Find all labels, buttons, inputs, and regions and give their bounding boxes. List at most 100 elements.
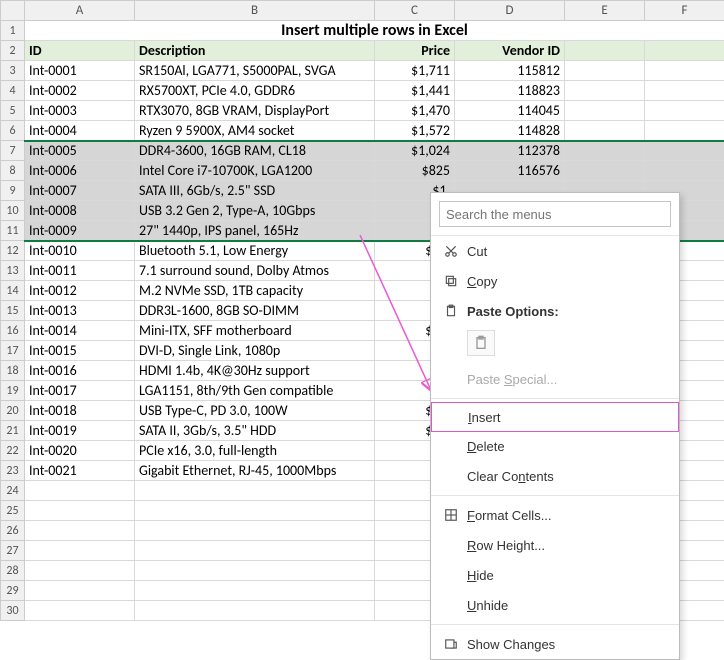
cell-id[interactable]: Int-0010 xyxy=(25,241,135,261)
col-F[interactable]: F xyxy=(645,1,724,21)
row-header-8[interactable]: 8 xyxy=(1,161,25,181)
menu-copy[interactable]: Copy xyxy=(431,266,679,296)
menu-search-input[interactable] xyxy=(439,201,671,227)
row-header-16[interactable]: 16 xyxy=(1,321,25,341)
cell-id[interactable]: Int-0016 xyxy=(25,361,135,381)
cell-description[interactable]: Bluetooth 5.1, Low Energy xyxy=(135,241,375,261)
col-C[interactable]: C xyxy=(375,1,455,21)
menu-clear-contents[interactable]: Clear Contents xyxy=(431,461,679,491)
paste-default-button[interactable] xyxy=(467,330,495,356)
row-header-10[interactable]: 10 xyxy=(1,201,25,221)
row-header-21[interactable]: 21 xyxy=(1,421,25,441)
cell-vendor[interactable]: 116576 xyxy=(455,161,565,181)
menu-insert[interactable]: Insert xyxy=(431,402,679,432)
cell-description[interactable]: SATA II, 3Gb/s, 3.5" HDD xyxy=(135,421,375,441)
row-header-28[interactable]: 28 xyxy=(1,561,25,581)
row-header-6[interactable]: 6 xyxy=(1,121,25,141)
cell-id[interactable]: Int-0013 xyxy=(25,301,135,321)
cell-description[interactable]: 27" 1440p, IPS panel, 165Hz xyxy=(135,221,375,241)
cell-id[interactable]: Int-0002 xyxy=(25,81,135,101)
cell-description[interactable]: SATA III, 6Gb/s, 2.5" SSD xyxy=(135,181,375,201)
row-header-22[interactable]: 22 xyxy=(1,441,25,461)
row-header-9[interactable]: 9 xyxy=(1,181,25,201)
cell-id[interactable]: Int-0008 xyxy=(25,201,135,221)
menu-hide[interactable]: Hide xyxy=(431,560,679,590)
row-header-17[interactable]: 17 xyxy=(1,341,25,361)
menu-show-changes[interactable]: Show Changes xyxy=(431,629,679,659)
row-header-1[interactable]: 1 xyxy=(1,21,25,41)
row-header-23[interactable]: 23 xyxy=(1,461,25,481)
cell-id[interactable]: Int-0018 xyxy=(25,401,135,421)
row-header-11[interactable]: 11 xyxy=(1,221,25,241)
cell-id[interactable]: Int-0012 xyxy=(25,281,135,301)
cell-vendor[interactable]: 114045 xyxy=(455,101,565,121)
row-header-15[interactable]: 15 xyxy=(1,301,25,321)
row-header-14[interactable]: 14 xyxy=(1,281,25,301)
cell-id[interactable]: Int-0015 xyxy=(25,341,135,361)
row-header-30[interactable]: 30 xyxy=(1,601,25,621)
cell-description[interactable]: M.2 NVMe SSD, 1TB capacity xyxy=(135,281,375,301)
row-header-12[interactable]: 12 xyxy=(1,241,25,261)
cell-price[interactable]: $825 xyxy=(375,161,455,181)
row-header-29[interactable]: 29 xyxy=(1,581,25,601)
cell-price[interactable]: $1,470 xyxy=(375,101,455,121)
row-header-5[interactable]: 5 xyxy=(1,101,25,121)
cell-description[interactable]: Gigabit Ethernet, RJ-45, 1000Mbps xyxy=(135,461,375,481)
cell-id[interactable]: Int-0011 xyxy=(25,261,135,281)
cell-id[interactable]: Int-0003 xyxy=(25,101,135,121)
row-header-19[interactable]: 19 xyxy=(1,381,25,401)
menu-row-height[interactable]: Row Height... xyxy=(431,530,679,560)
cell-price[interactable]: $1,572 xyxy=(375,121,455,141)
cell-id[interactable]: Int-0007 xyxy=(25,181,135,201)
col-A[interactable]: A xyxy=(25,1,135,21)
cell-vendor[interactable]: 114828 xyxy=(455,121,565,141)
row-header-25[interactable]: 25 xyxy=(1,501,25,521)
cell-id[interactable]: Int-0021 xyxy=(25,461,135,481)
cell-description[interactable]: PCIe x16, 3.0, full-length xyxy=(135,441,375,461)
row-header-4[interactable]: 4 xyxy=(1,81,25,101)
cell-id[interactable]: Int-0001 xyxy=(25,61,135,81)
cell-description[interactable]: DVI-D, Single Link, 1080p xyxy=(135,341,375,361)
row-header-2[interactable]: 2 xyxy=(1,41,25,61)
cell-id[interactable]: Int-0005 xyxy=(25,141,135,161)
cell-id[interactable]: Int-0019 xyxy=(25,421,135,441)
cell-id[interactable]: Int-0017 xyxy=(25,381,135,401)
row-header-26[interactable]: 26 xyxy=(1,521,25,541)
row-header-18[interactable]: 18 xyxy=(1,361,25,381)
cell-id[interactable]: Int-0014 xyxy=(25,321,135,341)
select-all-corner[interactable] xyxy=(1,1,25,21)
cell-vendor[interactable]: 115812 xyxy=(455,61,565,81)
row-header-24[interactable]: 24 xyxy=(1,481,25,501)
row-header-27[interactable]: 27 xyxy=(1,541,25,561)
menu-format-cells[interactable]: Format Cells... xyxy=(431,500,679,530)
cell-description[interactable]: Ryzen 9 5900X, AM4 socket xyxy=(135,121,375,141)
col-B[interactable]: B xyxy=(135,1,375,21)
cell-description[interactable]: DDR3L-1600, 8GB SO-DIMM xyxy=(135,301,375,321)
cell-vendor[interactable]: 118823 xyxy=(455,81,565,101)
menu-unhide[interactable]: Unhide xyxy=(431,590,679,620)
cell-description[interactable]: HDMI 1.4b, 4K@30Hz support xyxy=(135,361,375,381)
cell-description[interactable]: USB 3.2 Gen 2, Type-A, 10Gbps xyxy=(135,201,375,221)
cell-id[interactable]: Int-0009 xyxy=(25,221,135,241)
cell-description[interactable]: RTX3070, 8GB VRAM, DisplayPort xyxy=(135,101,375,121)
column-headers[interactable]: A B C D E F xyxy=(1,1,724,21)
row-header-3[interactable]: 3 xyxy=(1,61,25,81)
cell-price[interactable]: $1,711 xyxy=(375,61,455,81)
row-header-13[interactable]: 13 xyxy=(1,261,25,281)
cell-description[interactable]: LGA1151, 8th/9th Gen compatible xyxy=(135,381,375,401)
cell-description[interactable]: RX5700XT, PCIe 4.0, GDDR6 xyxy=(135,81,375,101)
cell-description[interactable]: Intel Core i7-10700K, LGA1200 xyxy=(135,161,375,181)
col-E[interactable]: E xyxy=(565,1,645,21)
cell-price[interactable]: $1,441 xyxy=(375,81,455,101)
cell-description[interactable]: DDR4-3600, 16GB RAM, CL18 xyxy=(135,141,375,161)
row-header-7[interactable]: 7 xyxy=(1,141,25,161)
cell-id[interactable]: Int-0020 xyxy=(25,441,135,461)
cell-price[interactable]: $1,024 xyxy=(375,141,455,161)
menu-cut[interactable]: Cut xyxy=(431,236,679,266)
row-header-20[interactable]: 20 xyxy=(1,401,25,421)
menu-delete[interactable]: Delete xyxy=(431,431,679,461)
cell-description[interactable]: 7.1 surround sound, Dolby Atmos xyxy=(135,261,375,281)
cell-id[interactable]: Int-0004 xyxy=(25,121,135,141)
cell-description[interactable]: SR150Al, LGA771, S5000PAL, SVGA xyxy=(135,61,375,81)
cell-id[interactable]: Int-0006 xyxy=(25,161,135,181)
